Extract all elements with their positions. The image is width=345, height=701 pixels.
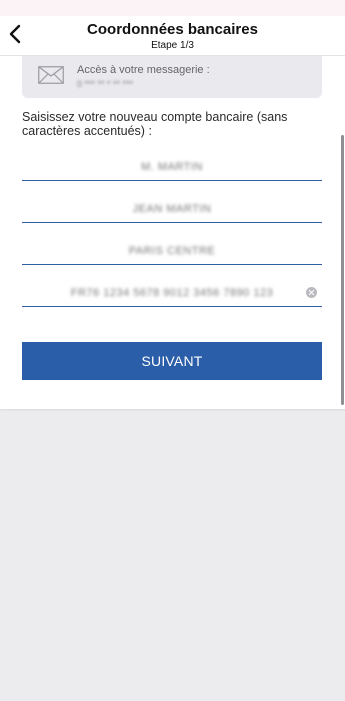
bank-field[interactable]: PARIS CENTRE — [22, 239, 322, 265]
scrollbar[interactable] — [341, 135, 344, 405]
next-button[interactable]: SUIVANT — [22, 342, 322, 380]
instruction-text: Saisissez votre nouveau compte bancaire … — [22, 110, 288, 138]
field-value: PARIS CENTRE — [128, 245, 216, 257]
message-card: Accès à votre messagerie : 0 *** ** * **… — [22, 56, 322, 98]
clear-circle-icon[interactable] — [306, 287, 317, 298]
field-value: FR76 1234 5678 9012 3456 7890 123 — [70, 287, 274, 299]
iban-field[interactable]: FR76 1234 5678 9012 3456 7890 123 — [22, 281, 322, 307]
envelope-icon — [38, 66, 64, 89]
step-indicator: Etape 1/3 — [151, 40, 194, 51]
status-bar — [0, 0, 345, 16]
name-field[interactable]: JEAN MARTIN — [22, 197, 322, 223]
field-value: JEAN MARTIN — [132, 203, 212, 215]
page-title: Coordonnées bancaires — [87, 21, 258, 38]
nav-header: Coordonnées bancaires Etape 1/3 — [0, 16, 345, 56]
field-value: M. MARTIN — [141, 161, 203, 173]
account-holder-field[interactable]: M. MARTIN — [22, 155, 322, 181]
message-value: 0 *** ** * ** *** — [77, 79, 134, 89]
message-label: Accès à votre messagerie : — [77, 64, 210, 76]
